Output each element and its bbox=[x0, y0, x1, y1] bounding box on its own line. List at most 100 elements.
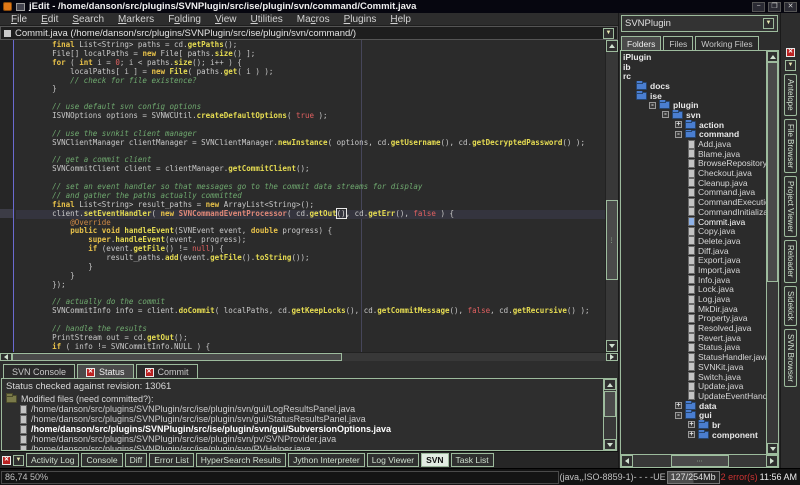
scroll-thumb[interactable]: ⋮ bbox=[606, 200, 618, 280]
tree-file-browserepository-java[interactable]: BrowseRepository.java bbox=[621, 159, 766, 169]
tree-file-commit-java[interactable]: Commit.java bbox=[621, 217, 766, 227]
modified-file-row[interactable]: /home/danson/src/plugins/SVNPlugin/src/i… bbox=[2, 404, 603, 414]
scroll-thumb[interactable]: ⋯ bbox=[671, 455, 729, 467]
dock-strip-button-sidekick[interactable]: Sidekick bbox=[784, 286, 797, 326]
tree-file-svnkit-java[interactable]: SVNKit.java bbox=[621, 362, 766, 372]
buffer-switcher[interactable]: Commit.java (/home/danson/src/plugins/SV… bbox=[0, 26, 618, 40]
editor-vscrollbar[interactable]: ⋮ bbox=[605, 40, 618, 352]
code-line[interactable]: ISVNOptions options = SVNWCUtil.createDe… bbox=[16, 112, 605, 121]
tree-folder-svn[interactable]: -svn bbox=[621, 110, 766, 120]
scroll-left-button[interactable] bbox=[621, 455, 633, 467]
dock-strip-button-antelope[interactable]: Antelope bbox=[784, 74, 797, 116]
code-line[interactable]: }); bbox=[16, 281, 605, 290]
collapse-icon[interactable]: - bbox=[675, 412, 682, 419]
tree-file-resolved-java[interactable]: Resolved.java bbox=[621, 323, 766, 333]
scroll-down-button[interactable] bbox=[604, 439, 616, 450]
tree-folder-br[interactable]: +br bbox=[621, 420, 766, 430]
dock-button-svn[interactable]: SVN bbox=[421, 453, 448, 467]
tree-file-update-java[interactable]: Update.java bbox=[621, 381, 766, 391]
close-dock-icon[interactable]: ✕ bbox=[786, 48, 795, 57]
expand-icon[interactable]: + bbox=[675, 402, 682, 409]
project-selector[interactable]: SVNPlugin ▼ bbox=[621, 15, 778, 32]
scroll-thumb[interactable] bbox=[604, 391, 616, 417]
dock-strip-button-reloader[interactable]: Reloader bbox=[784, 240, 797, 282]
code-line[interactable]: if ( info != SVNCommitInfo.NULL ) { bbox=[16, 343, 605, 352]
tree-file-mkdir-java[interactable]: MkDir.java bbox=[621, 304, 766, 314]
menu-item-markers[interactable]: Markers bbox=[111, 14, 161, 25]
tree-file-revert-java[interactable]: Revert.java bbox=[621, 333, 766, 343]
dock-button-hypersearch-results[interactable]: HyperSearch Results bbox=[196, 453, 286, 467]
editor-hscrollbar[interactable] bbox=[0, 352, 618, 361]
tree-folder-data[interactable]: +data bbox=[621, 401, 766, 411]
dock-button-jython-interpreter[interactable]: Jython Interpreter bbox=[288, 453, 365, 467]
tree-file-cleanup-java[interactable]: Cleanup.java bbox=[621, 178, 766, 188]
menu-item-help[interactable]: Help bbox=[383, 14, 418, 25]
maximize-button[interactable]: ❐ bbox=[768, 2, 781, 12]
project-file-tree[interactable]: iPluginibrcdocsise-plugin-svn+action-com… bbox=[621, 51, 766, 454]
menu-item-utilities[interactable]: Utilities bbox=[244, 14, 290, 25]
tree-file-command-java[interactable]: Command.java bbox=[621, 188, 766, 198]
menu-item-edit[interactable]: Edit bbox=[34, 14, 65, 25]
minimize-button[interactable]: − bbox=[752, 2, 765, 12]
panel-tab-status[interactable]: ✕Status bbox=[77, 364, 134, 378]
menu-item-search[interactable]: Search bbox=[65, 14, 111, 25]
expand-icon[interactable]: + bbox=[688, 431, 695, 438]
tree-folder-action[interactable]: +action bbox=[621, 120, 766, 130]
modified-files-root[interactable]: Modified files (need committed?): bbox=[2, 393, 603, 404]
code-line[interactable]: result_paths.add(event.getFile().toStrin… bbox=[16, 254, 605, 263]
close-button[interactable]: ✕ bbox=[784, 2, 797, 12]
tree-file-log-java[interactable]: Log.java bbox=[621, 294, 766, 304]
dock-strip-button-project-viewer[interactable]: Project Viewer bbox=[784, 176, 797, 237]
scroll-right-button[interactable] bbox=[766, 455, 778, 467]
collapse-icon[interactable]: - bbox=[662, 111, 669, 118]
scroll-down-button[interactable] bbox=[767, 443, 778, 454]
dock-button-diff[interactable]: Diff bbox=[125, 453, 148, 467]
dock-menu-button[interactable]: ▼ bbox=[785, 60, 796, 71]
expand-icon[interactable]: + bbox=[675, 121, 682, 128]
tree-folder-gui[interactable]: -gui bbox=[621, 410, 766, 420]
dock-strip-button-svn-browser[interactable]: SVN Browser bbox=[784, 329, 797, 387]
dock-button-console[interactable]: Console bbox=[81, 453, 122, 467]
pv-tab-working-files[interactable]: Working Files bbox=[695, 36, 758, 50]
error-count[interactable]: 2 error(s) bbox=[720, 472, 759, 482]
tree-file-switch-java[interactable]: Switch.java bbox=[621, 372, 766, 382]
tree-file-commandinitializationexcept[interactable]: CommandInitializationExcept bbox=[621, 207, 766, 217]
dock-strip-button-file-browser[interactable]: File Browser bbox=[784, 119, 797, 173]
scroll-track[interactable] bbox=[604, 390, 616, 439]
window-menu-icon[interactable] bbox=[16, 3, 25, 11]
tree-file-iplugin[interactable]: iPlugin bbox=[621, 52, 766, 62]
tree-file-statushandler-java[interactable]: StatusHandler.java bbox=[621, 352, 766, 362]
tree-file-ib[interactable]: ib bbox=[621, 62, 766, 72]
modified-file-row[interactable]: /home/danson/src/plugins/SVNPlugin/src/i… bbox=[2, 414, 603, 424]
menu-item-view[interactable]: View bbox=[208, 14, 244, 25]
code-line[interactable]: SVNClientManager clientManager = SVNClie… bbox=[16, 139, 605, 148]
dock-menu-button[interactable]: ▼ bbox=[13, 455, 24, 466]
panel-tab-commit[interactable]: ✕Commit bbox=[136, 364, 198, 378]
code-line[interactable]: // check for file existence? bbox=[16, 77, 605, 86]
tree-folder-plugin[interactable]: -plugin bbox=[621, 100, 766, 110]
dock-button-task-list[interactable]: Task List bbox=[451, 453, 494, 467]
menu-item-macros[interactable]: Macros bbox=[290, 14, 337, 25]
scroll-right-button[interactable] bbox=[606, 353, 618, 361]
tree-file-lock-java[interactable]: Lock.java bbox=[621, 285, 766, 295]
tree-file-commandexecutionexceptio[interactable]: CommandExecutionExceptio bbox=[621, 197, 766, 207]
scroll-track[interactable] bbox=[12, 353, 606, 361]
scroll-thumb[interactable] bbox=[12, 353, 342, 361]
scroll-up-button[interactable] bbox=[604, 379, 616, 390]
scroll-up-button[interactable] bbox=[606, 40, 618, 52]
expand-icon[interactable]: + bbox=[688, 421, 695, 428]
scroll-track[interactable] bbox=[767, 62, 778, 443]
code-line[interactable]: } bbox=[16, 85, 605, 94]
buffer-dropdown-button[interactable]: ▼ bbox=[603, 28, 614, 39]
menu-item-plugins[interactable]: Plugins bbox=[337, 14, 384, 25]
editor-gutter[interactable] bbox=[0, 40, 14, 352]
memory-indicator[interactable]: 127/254Mb bbox=[667, 471, 720, 484]
dock-button-error-list[interactable]: Error List bbox=[149, 453, 193, 467]
scroll-up-button[interactable] bbox=[767, 51, 778, 62]
tree-file-rc[interactable]: rc bbox=[621, 71, 766, 81]
tree-file-diff-java[interactable]: Diff.java bbox=[621, 246, 766, 256]
tree-file-property-java[interactable]: Property.java bbox=[621, 314, 766, 324]
scroll-thumb[interactable] bbox=[767, 62, 778, 282]
tree-file-updateeventhandler-java[interactable]: UpdateEventHandler.java bbox=[621, 391, 766, 401]
tree-hscrollbar[interactable]: ⋯ bbox=[620, 455, 779, 468]
